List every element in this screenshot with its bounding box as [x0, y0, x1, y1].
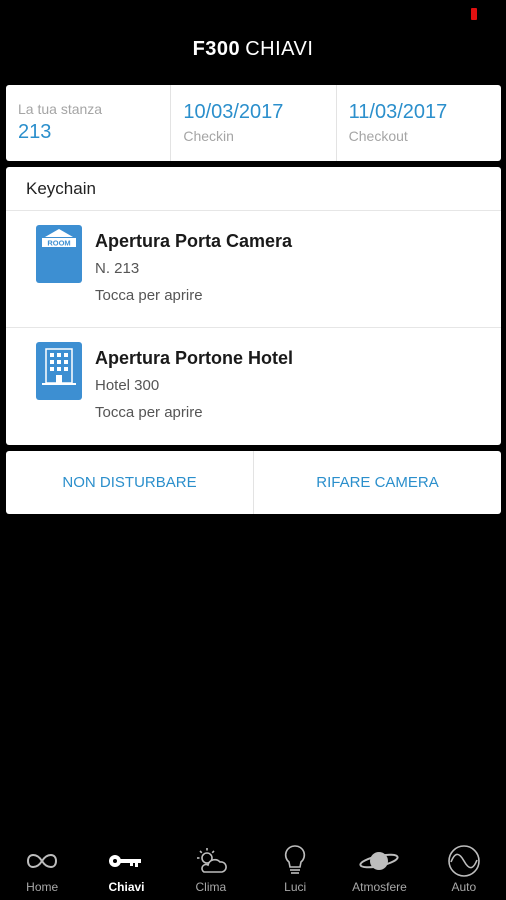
key-item-title: Apertura Portone Hotel	[95, 348, 294, 368]
tab-climate[interactable]: Clima	[169, 842, 253, 900]
planet-icon	[359, 842, 400, 880]
key-item-subtitle: N. 213	[95, 260, 140, 277]
key-item-title: Apertura Porta Camera	[95, 231, 293, 251]
key-item-hotel-gate[interactable]: Apertura Portone Hotel Hotel 300 Tocca p…	[6, 328, 501, 445]
room-number-cell: La tua stanza 213	[6, 85, 172, 161]
room-info-card: La tua stanza 213 10/03/2017 Checkin 11/…	[6, 85, 501, 161]
room-key-icon: ROOM	[36, 225, 82, 283]
room-actions-card: NON DISTURBARE RIFARE CAMERA	[6, 451, 501, 514]
brand-label: F300	[192, 38, 241, 60]
tab-label: Clima	[195, 880, 227, 894]
sun-cloud-icon	[192, 842, 230, 880]
key-item-room-door[interactable]: ROOM Apertura Porta Camera N. 213 Tocca …	[6, 211, 501, 328]
tab-moods[interactable]: Atmosfere	[337, 842, 421, 900]
key-item-subtitle: Hotel 300	[95, 377, 160, 394]
checkout-date: 11/03/2017	[348, 101, 448, 123]
checkin-date: 10/03/2017	[183, 101, 284, 123]
checkin-cell: 10/03/2017 Checkin	[171, 85, 337, 161]
room-icon-text: ROOM	[47, 239, 70, 248]
tab-label: Auto	[451, 880, 477, 894]
tab-label: Home	[26, 880, 59, 894]
tab-label: Luci	[284, 880, 307, 894]
do-not-disturb-button[interactable]: NON DISTURBARE	[6, 451, 254, 514]
room-number: 213	[18, 121, 52, 143]
tab-label: Chiavi	[108, 880, 145, 894]
keychain-title: Keychain	[6, 167, 501, 211]
make-room-button[interactable]: RIFARE CAMERA	[254, 451, 501, 514]
tab-auto[interactable]: Auto	[422, 842, 506, 900]
checkout-cell: 11/03/2017 Checkout	[337, 85, 501, 161]
infinity-icon	[23, 842, 61, 880]
key-item-hint: Tocca per aprire	[95, 287, 203, 304]
key-icon	[107, 842, 145, 880]
battery-low-indicator	[471, 8, 477, 20]
bottom-tab-bar: Home Chiavi Clima Luci Atmosfere Auto	[0, 842, 506, 900]
keychain-card: Keychain ROOM Apertura Porta Camera N. 2…	[6, 167, 501, 445]
hotel-building-icon	[36, 342, 82, 400]
wave-circle-icon	[445, 842, 483, 880]
tab-lights[interactable]: Luci	[253, 842, 337, 900]
tab-home[interactable]: Home	[0, 842, 84, 900]
tab-keys[interactable]: Chiavi	[84, 842, 168, 900]
lightbulb-icon	[276, 842, 314, 880]
checkout-caption: Checkout	[348, 128, 408, 144]
section-label: CHIAVI	[245, 38, 314, 60]
checkin-caption: Checkin	[183, 128, 234, 144]
tab-label: Atmosfere	[352, 880, 407, 894]
room-caption: La tua stanza	[18, 101, 103, 117]
key-item-hint: Tocca per aprire	[95, 404, 203, 421]
page-title: F300 CHIAVI	[0, 38, 506, 61]
